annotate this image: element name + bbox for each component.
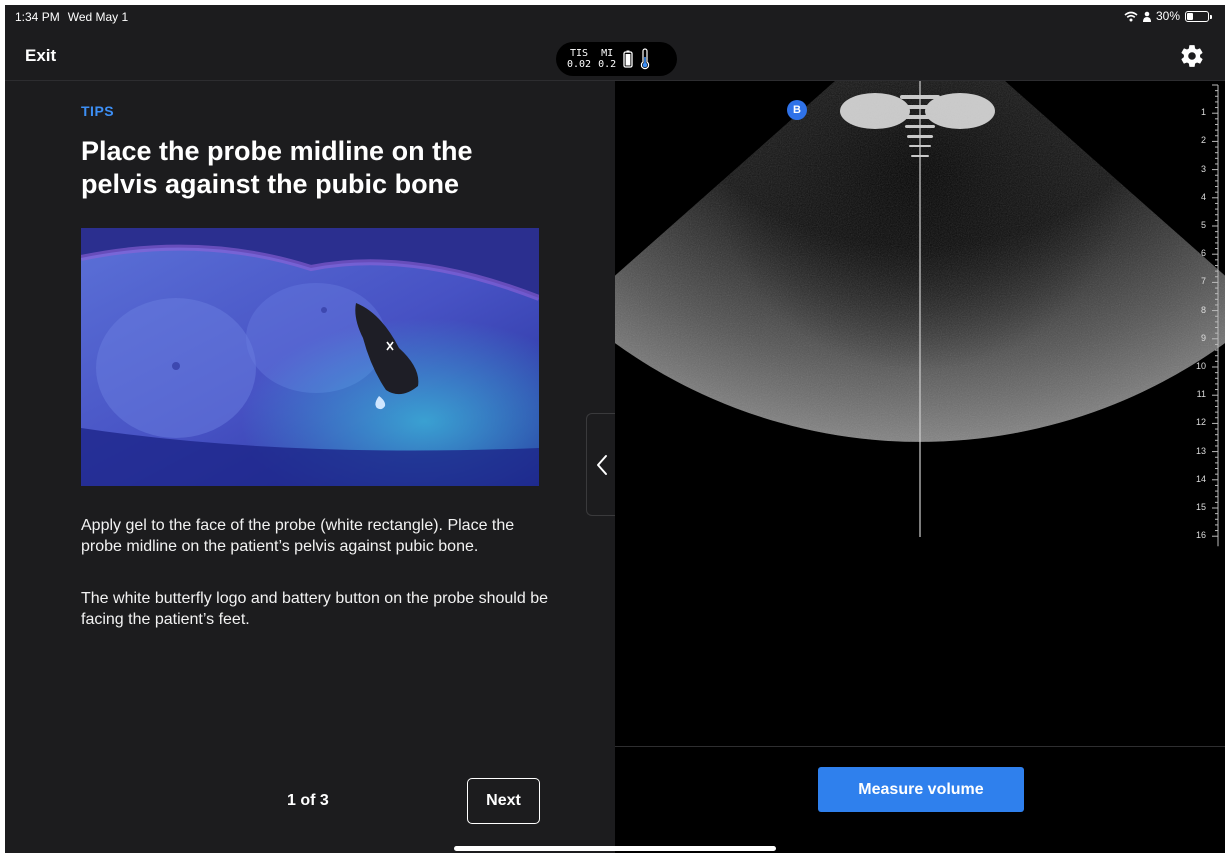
- person-icon: [1142, 11, 1151, 22]
- depth-label: 8: [1200, 304, 1206, 315]
- depth-label: 16: [1195, 530, 1206, 541]
- collapse-panel-button[interactable]: [586, 413, 616, 516]
- depth-label: 2: [1200, 135, 1206, 146]
- depth-label: 14: [1195, 473, 1206, 484]
- tis-metric: TIS 0.02: [567, 48, 591, 70]
- depth-label: 1: [1200, 107, 1206, 118]
- thermometer-icon: [640, 48, 650, 70]
- depth-label: 11: [1196, 389, 1206, 400]
- tips-panel: TIPS Place the probe midline on the pelv…: [5, 81, 615, 853]
- probe-battery-icon: [623, 50, 633, 68]
- page-indicator: 1 of 3: [287, 792, 329, 809]
- ultrasound-view[interactable]: B 1 2 3 4 5 6 7 8 9 10 11 12 13 14 15 16: [615, 81, 1225, 746]
- status-date: Wed May 1: [67, 10, 129, 24]
- gear-icon[interactable]: [1179, 43, 1205, 69]
- tis-value: 0.02: [567, 59, 592, 70]
- exit-button[interactable]: Exit: [25, 46, 56, 66]
- depth-label: 13: [1195, 445, 1206, 456]
- probe-status-pill[interactable]: TIS 0.02 MI 0.2: [556, 42, 677, 76]
- tip-instruction-1: Apply gel to the face of the probe (whit…: [81, 517, 515, 555]
- depth-label: 7: [1200, 276, 1206, 287]
- mi-label: MI: [601, 48, 614, 59]
- status-bar: 1:34 PM Wed May 1 30%: [5, 5, 1225, 27]
- bottom-action-bar: Measure volume: [615, 746, 1225, 853]
- wifi-icon: [1124, 11, 1138, 21]
- depth-label: 15: [1195, 502, 1206, 512]
- home-indicator[interactable]: [454, 846, 776, 851]
- measure-volume-button[interactable]: Measure volume: [818, 767, 1024, 812]
- mi-metric: MI 0.2: [598, 48, 616, 70]
- ultrasound-image: [615, 81, 1225, 547]
- mi-value: 0.2: [598, 59, 617, 70]
- tip-title: Place the probe midline on the pelvis ag…: [81, 136, 473, 199]
- imaging-mode-badge[interactable]: B: [787, 100, 807, 120]
- depth-label: 6: [1200, 248, 1206, 259]
- depth-label: 5: [1200, 220, 1206, 230]
- tip-instruction-2: The white butterfly logo and battery but…: [81, 590, 548, 628]
- probe-placement-illustration: [81, 228, 539, 486]
- tis-label: TIS: [570, 48, 589, 59]
- status-time: 1:34 PM: [15, 10, 60, 24]
- nav-bar: Exit TIS 0.02 MI 0.2: [5, 27, 1225, 81]
- depth-label: 4: [1200, 191, 1206, 202]
- chevron-left-icon: [597, 455, 607, 475]
- next-button[interactable]: Next: [467, 778, 540, 824]
- depth-label: 12: [1195, 417, 1206, 428]
- depth-label: 10: [1195, 361, 1206, 371]
- depth-label: 3: [1200, 163, 1206, 174]
- tips-section-label: TIPS: [81, 103, 115, 119]
- battery-icon: [1185, 10, 1212, 22]
- app-frame: 1:34 PM Wed May 1 30% Exit TIS 0.02 MI 0…: [5, 5, 1225, 853]
- battery-percent: 30%: [1155, 9, 1180, 23]
- depth-label: 9: [1200, 332, 1206, 343]
